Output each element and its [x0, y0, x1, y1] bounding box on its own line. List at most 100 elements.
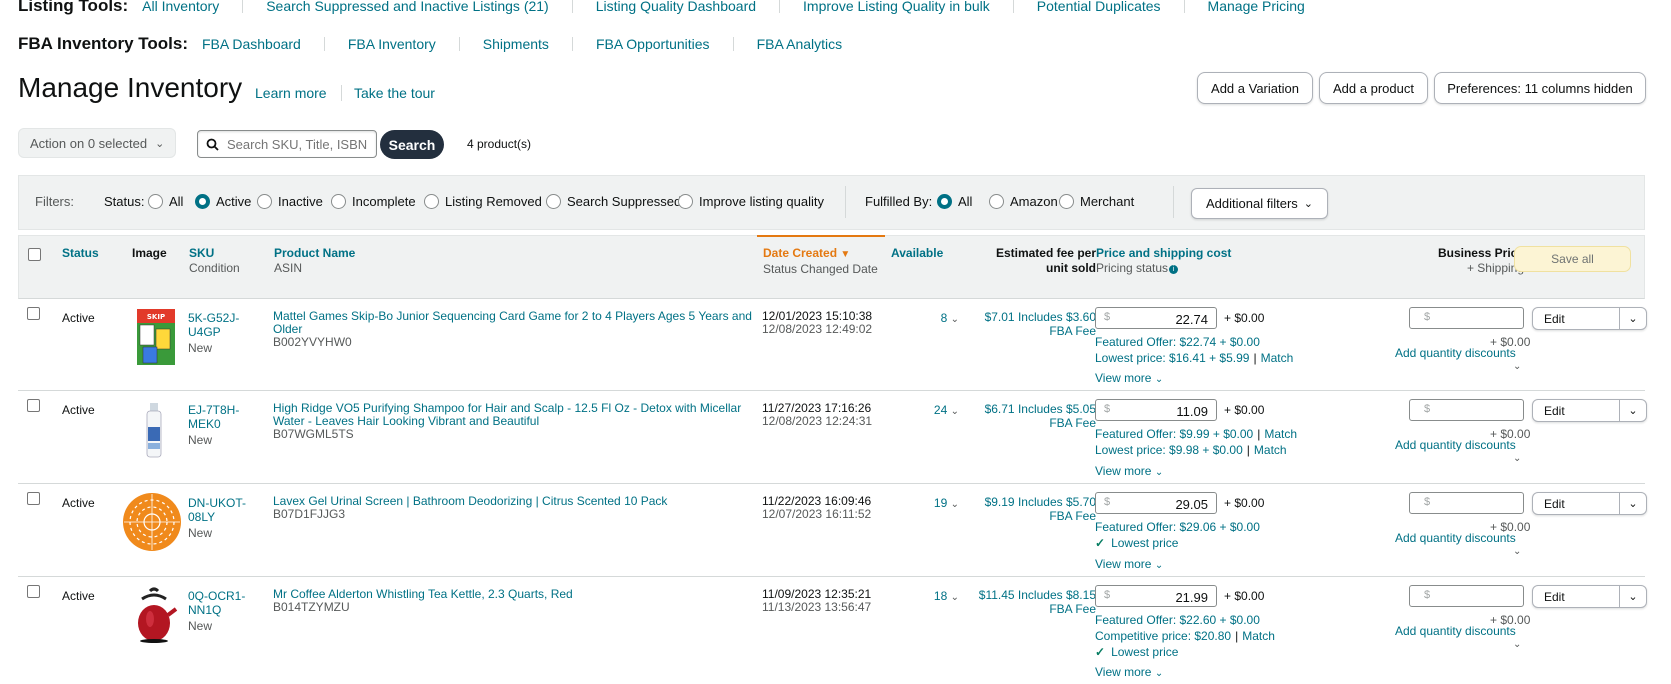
edit-button[interactable]: Edit ⌄: [1532, 307, 1647, 330]
nav-manage-pricing[interactable]: Manage Pricing: [1183, 0, 1328, 13]
add-quantity-discounts-link[interactable]: Add quantity discounts: [1395, 531, 1516, 545]
search-box[interactable]: [197, 130, 377, 158]
row-available[interactable]: 24 ⌄: [909, 403, 959, 419]
row-available[interactable]: 18 ⌄: [909, 589, 959, 605]
fulfilled-option-amazon[interactable]: Amazon: [989, 194, 1058, 209]
fulfilled-option-merchant[interactable]: Merchant: [1059, 194, 1134, 209]
status-option-listing-removed[interactable]: Listing Removed: [424, 194, 542, 209]
product-image[interactable]: SKIP: [128, 307, 178, 367]
status-option-search-suppressed[interactable]: Search Suppressed: [546, 194, 681, 209]
row-sku[interactable]: 0Q-OCR1-NN1Q New: [188, 589, 256, 633]
edit-button[interactable]: Edit ⌄: [1532, 585, 1647, 608]
nav-listing-quality-dashboard[interactable]: Listing Quality Dashboard: [571, 0, 779, 13]
search-button[interactable]: Search: [380, 130, 444, 159]
chevron-down-icon[interactable]: ⌄: [1513, 453, 1521, 464]
view-more-link[interactable]: View more ⌄: [1095, 557, 1163, 571]
business-price-input[interactable]: $: [1409, 399, 1524, 421]
row-checkbox[interactable]: [27, 585, 40, 598]
status-option-improve-listing[interactable]: Improve listing quality: [678, 194, 824, 209]
take-tour-link[interactable]: Take the tour: [354, 85, 435, 101]
col-date-created[interactable]: Date Created ▼ Status Changed Date: [763, 246, 878, 277]
row-fee[interactable]: $7.01 Includes $3.60 FBA Fee: [975, 310, 1096, 338]
col-available[interactable]: Available: [891, 246, 943, 261]
preferences-button[interactable]: Preferences: 11 columns hidden: [1434, 72, 1646, 104]
nav-shipments[interactable]: Shipments: [458, 37, 572, 51]
chevron-down-icon[interactable]: ⌄: [1513, 639, 1521, 650]
chevron-down-icon[interactable]: ⌄: [1513, 361, 1521, 372]
match-link[interactable]: Match: [1254, 443, 1287, 457]
status-option-incomplete[interactable]: Incomplete: [331, 194, 416, 209]
row-status: Active: [62, 403, 95, 417]
row-product-name[interactable]: High Ridge VO5 Purifying Shampoo for Hai…: [273, 402, 768, 441]
nav-improve-listing-quality[interactable]: Improve Listing Quality in bulk: [779, 0, 1013, 13]
product-image[interactable]: [128, 585, 178, 645]
row-product-name[interactable]: Mattel Games Skip-Bo Junior Sequencing C…: [273, 310, 768, 349]
edit-button[interactable]: Edit ⌄: [1532, 399, 1647, 422]
row-available[interactable]: 8 ⌄: [909, 311, 959, 327]
business-price-input[interactable]: $: [1409, 492, 1524, 514]
col-product-name[interactable]: Product Name ASIN: [274, 246, 355, 276]
bulk-action-dropdown[interactable]: Action on 0 selected ⌄: [18, 128, 176, 158]
product-image[interactable]: [128, 399, 178, 459]
status-option-inactive[interactable]: Inactive: [257, 194, 323, 209]
price-input[interactable]: $21.99: [1095, 585, 1217, 607]
status-option-active[interactable]: Active: [195, 194, 251, 209]
view-more-link[interactable]: View more ⌄: [1095, 464, 1163, 478]
match-link[interactable]: Match: [1242, 629, 1275, 643]
row-product-name[interactable]: Mr Coffee Alderton Whistling Tea Kettle,…: [273, 588, 768, 614]
col-status[interactable]: Status: [62, 246, 99, 261]
search-input[interactable]: [225, 135, 369, 153]
row-checkbox[interactable]: [27, 399, 40, 412]
nav-all-inventory[interactable]: All Inventory: [142, 0, 242, 13]
row-fee[interactable]: $6.71 Includes $5.05 FBA Fee: [975, 402, 1096, 430]
col-price-shipping[interactable]: Price and shipping cost Pricing status i: [1096, 246, 1231, 276]
additional-filters-button[interactable]: Additional filters ⌄: [1191, 188, 1328, 219]
row-sku[interactable]: DN-UKOT-08LY New: [188, 496, 256, 540]
nav-fba-analytics[interactable]: FBA Analytics: [732, 37, 866, 51]
view-more-link[interactable]: View more ⌄: [1095, 371, 1163, 385]
learn-more-link[interactable]: Learn more: [255, 85, 342, 101]
match-link[interactable]: Match: [1261, 351, 1294, 365]
add-quantity-discounts-link[interactable]: Add quantity discounts: [1395, 624, 1516, 638]
edit-button[interactable]: Edit ⌄: [1532, 492, 1647, 515]
price-input[interactable]: $29.05: [1095, 492, 1217, 514]
product-image[interactable]: [123, 492, 181, 552]
save-all-button[interactable]: Save all: [1514, 246, 1631, 272]
row-fee[interactable]: $11.45 Includes $8.15 FBA Fee: [975, 588, 1096, 616]
nav-fba-dashboard[interactable]: FBA Dashboard: [202, 37, 324, 51]
chevron-down-icon[interactable]: ⌄: [1619, 308, 1646, 329]
business-price-input[interactable]: $: [1409, 585, 1524, 607]
add-quantity-discounts-link[interactable]: Add quantity discounts: [1395, 346, 1516, 360]
view-more-link[interactable]: View more ⌄: [1095, 665, 1163, 679]
fulfilled-option-all[interactable]: All: [937, 194, 972, 209]
row-available[interactable]: 19 ⌄: [909, 496, 959, 512]
row-checkbox[interactable]: [27, 307, 40, 320]
chevron-down-icon[interactable]: ⌄: [1513, 546, 1521, 557]
add-variation-button[interactable]: Add a Variation: [1197, 72, 1313, 104]
chevron-down-icon[interactable]: ⌄: [1619, 586, 1646, 607]
add-product-button[interactable]: Add a product: [1319, 72, 1428, 104]
status-option-all[interactable]: All: [148, 194, 183, 209]
row-checkbox[interactable]: [27, 492, 40, 505]
nav-fba-opportunities[interactable]: FBA Opportunities: [571, 37, 733, 51]
price-input[interactable]: $22.74: [1095, 307, 1217, 329]
chevron-down-icon[interactable]: ⌄: [1619, 400, 1646, 421]
nav-suppressed-listings[interactable]: Search Suppressed and Inactive Listings …: [242, 0, 572, 13]
row-sku[interactable]: EJ-7T8H-MEK0 New: [188, 403, 256, 447]
select-all-checkbox[interactable]: [28, 248, 41, 261]
col-sku[interactable]: SKU Condition: [189, 246, 240, 276]
match-link[interactable]: Match: [1264, 427, 1297, 441]
row-product-name[interactable]: Lavex Gel Urinal Screen | Bathroom Deodo…: [273, 495, 768, 521]
nav-potential-duplicates[interactable]: Potential Duplicates: [1012, 0, 1184, 13]
chevron-down-icon[interactable]: ⌄: [1619, 493, 1646, 514]
nav-fba-inventory[interactable]: FBA Inventory: [323, 37, 459, 51]
price-input[interactable]: $11.09: [1095, 399, 1217, 421]
add-quantity-discounts-link[interactable]: Add quantity discounts: [1395, 438, 1516, 452]
competitive-price: Competitive price: $20.80 | Match: [1095, 629, 1275, 643]
row-fee[interactable]: $9.19 Includes $5.70 FBA Fee: [975, 495, 1096, 523]
row-dates: 12/01/2023 15:10:38 12/08/2023 12:49:02: [762, 309, 873, 336]
row-sku[interactable]: 5K-G52J-U4GP New: [188, 311, 256, 355]
chevron-down-icon: ⌄: [950, 499, 959, 510]
info-icon[interactable]: i: [1169, 265, 1179, 274]
business-price-input[interactable]: $: [1409, 307, 1524, 329]
